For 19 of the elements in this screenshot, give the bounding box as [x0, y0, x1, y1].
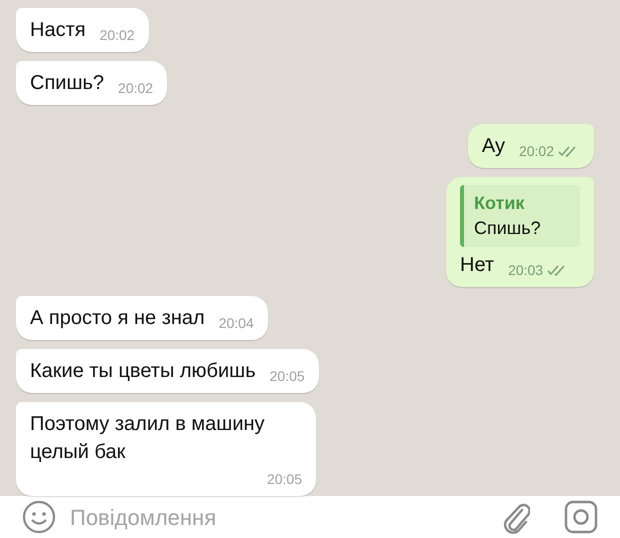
message-time: 20:03 [508, 261, 544, 279]
camera-icon[interactable] [564, 500, 598, 534]
message-time: 20:02 [100, 26, 135, 44]
message-text: А просто я не знал [30, 306, 205, 331]
message-text: Поэтому залил в машину целый бак [30, 413, 265, 463]
message-text: Спишь? [30, 71, 104, 96]
message-text: Какие ты цветы любишь [30, 359, 256, 384]
message-text: Настя [30, 18, 86, 43]
message-text: Ау [482, 134, 505, 159]
message-time: 20:02 [118, 79, 154, 97]
message-time: 20:05 [266, 470, 302, 488]
message-input[interactable]: Повідомлення [70, 500, 486, 534]
smiley-icon[interactable] [22, 500, 56, 534]
message-time: 20:04 [218, 314, 254, 332]
message-time: 20:02 [518, 142, 554, 160]
quote-text: Спишь? [474, 217, 542, 240]
message-time: 20:05 [270, 367, 305, 385]
message-text: Нет [460, 253, 494, 278]
quote-author: Котик [474, 192, 526, 215]
